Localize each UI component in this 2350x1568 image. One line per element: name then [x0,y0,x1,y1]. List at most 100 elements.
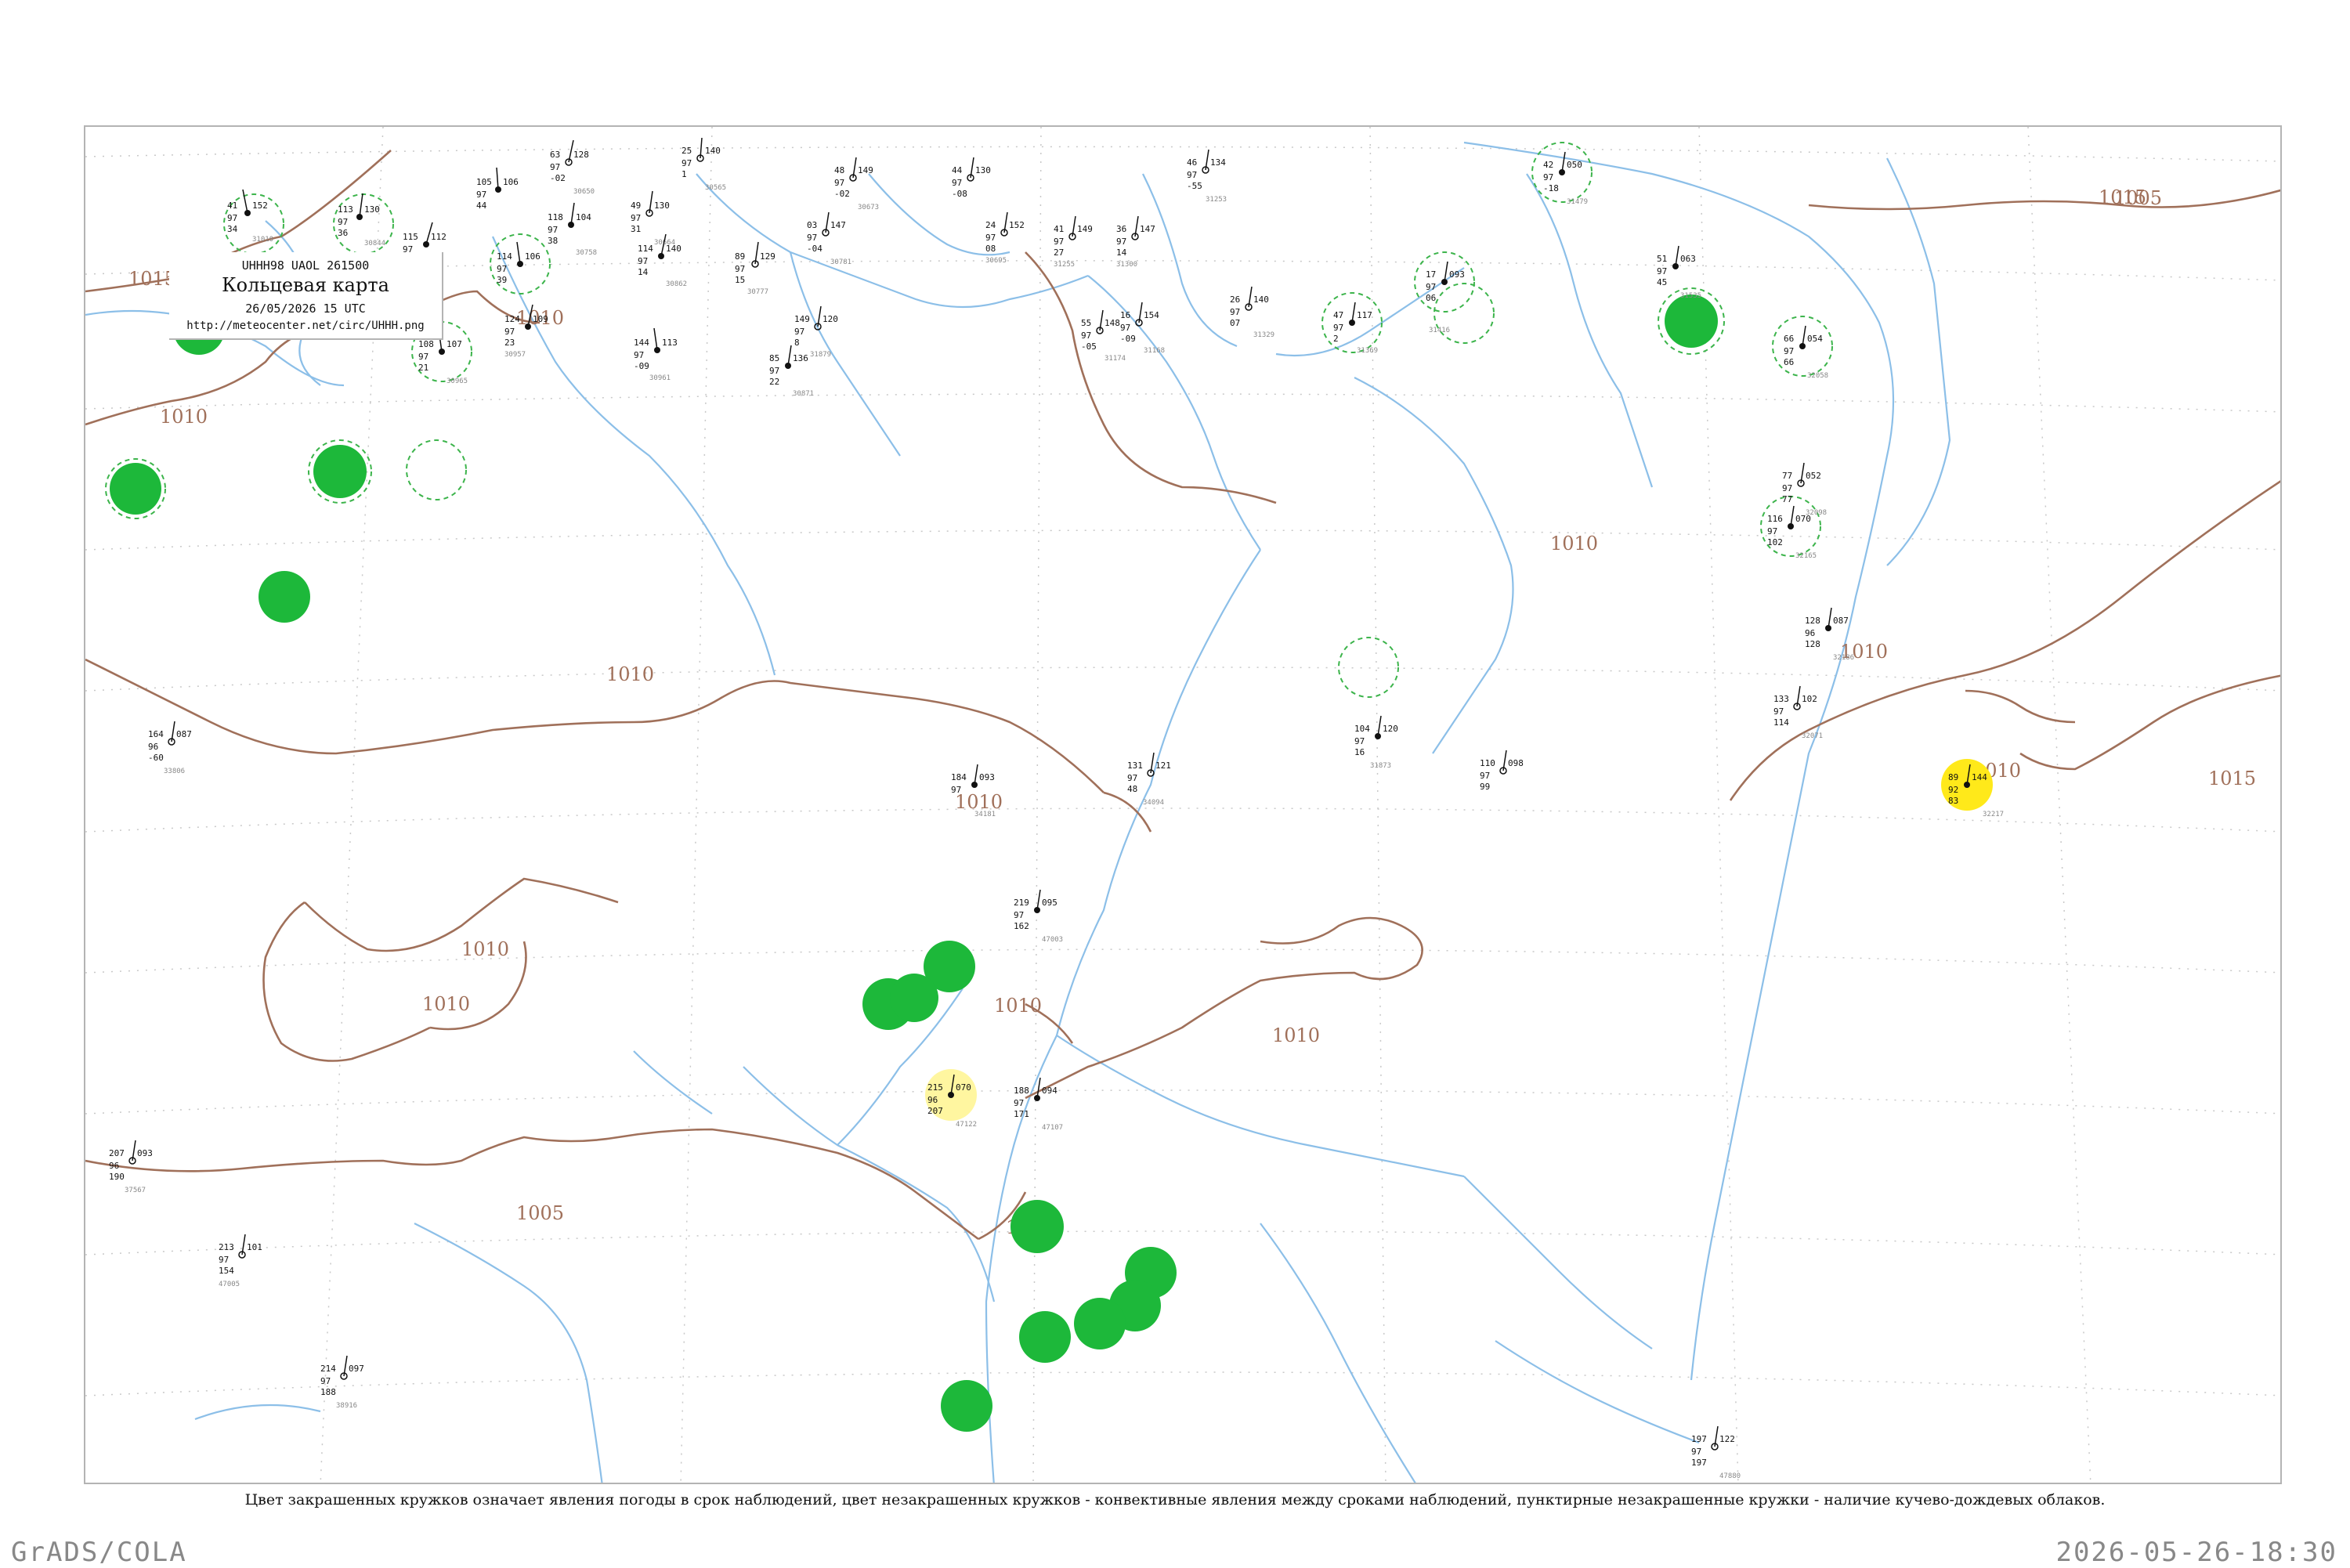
svg-text:47005: 47005 [219,1281,240,1288]
svg-text:37567: 37567 [125,1187,146,1194]
svg-text:21: 21 [418,363,428,373]
svg-text:162: 162 [1014,921,1029,931]
svg-text:27: 27 [1054,247,1064,258]
svg-text:31416: 31416 [1429,327,1450,334]
station-plot: 17 093 9706 31416 [1426,261,1465,334]
svg-text:55: 55 [1081,318,1091,328]
svg-text:128: 128 [1805,616,1820,626]
svg-text:48: 48 [834,165,844,175]
svg-text:093: 093 [1449,269,1465,280]
svg-text:97: 97 [548,225,558,235]
svg-text:97: 97 [1543,172,1553,182]
svg-text:115: 115 [403,232,418,242]
svg-text:97: 97 [1120,323,1130,333]
svg-text:92: 92 [1948,785,1958,795]
svg-text:36: 36 [1116,224,1126,234]
svg-text:31010: 31010 [252,236,273,244]
station-plot: 131 121 9748 34094 [1127,752,1171,807]
svg-text:97: 97 [219,1255,229,1265]
svg-text:97: 97 [1187,170,1197,180]
svg-text:38916: 38916 [336,1402,357,1410]
legend-caption: Цвет закрашенных кружков означает явлени… [244,1491,2106,1508]
svg-text:-60: -60 [148,753,164,763]
rain-circle [890,974,938,1022]
svg-text:184: 184 [951,772,967,782]
svg-text:22: 22 [769,377,779,387]
svg-text:30777: 30777 [747,288,768,296]
svg-text:128: 128 [1805,639,1820,649]
station-plot: 213 101 97154 47005 [219,1234,262,1288]
station-plot: 66 054 9766 32058 [1784,325,1828,380]
svg-text:46: 46 [1187,157,1197,168]
isobar-label: 1010 [606,663,654,685]
svg-text:-05: -05 [1081,341,1097,352]
isobar-label: 1010 [1550,533,1598,555]
svg-text:31873: 31873 [1370,762,1391,770]
svg-text:97: 97 [1014,1098,1024,1108]
svg-text:093: 093 [979,772,995,782]
station-plot: 26 140 9707 31329 [1230,286,1274,339]
svg-text:47122: 47122 [956,1121,977,1129]
svg-text:106: 106 [525,251,540,262]
svg-text:130: 130 [975,165,991,175]
station-plot: 41 152 9734 31010 [227,189,273,244]
svg-text:47003: 47003 [1042,936,1063,944]
svg-text:129: 129 [760,251,776,262]
svg-text:134: 134 [1210,157,1226,168]
svg-text:17: 17 [1426,269,1436,280]
svg-text:152: 152 [1009,220,1025,230]
svg-text:08: 08 [985,244,996,254]
station-plot: 03 147 97-04 30781 [807,211,851,266]
svg-text:070: 070 [956,1082,971,1093]
svg-text:34094: 34094 [1143,799,1164,807]
station-plot: 77 052 9777 32098 [1782,462,1827,517]
svg-text:094: 094 [1042,1086,1058,1096]
svg-text:219: 219 [1014,898,1029,908]
svg-text:36: 36 [338,228,348,238]
svg-text:97: 97 [951,785,961,795]
rain-circle [1074,1298,1126,1349]
svg-text:66: 66 [1784,334,1794,344]
svg-text:098: 098 [1508,758,1524,768]
svg-text:149: 149 [1077,224,1093,234]
station-plot: 105 106 9744 [476,167,519,211]
svg-text:-09: -09 [1120,334,1136,344]
svg-text:124: 124 [504,314,520,324]
svg-text:83: 83 [1948,796,1958,806]
svg-text:30781: 30781 [830,258,851,266]
svg-text:104: 104 [1354,724,1370,734]
svg-text:97: 97 [769,366,779,376]
svg-text:97: 97 [1127,773,1137,783]
isobar-label: 1010 [994,995,1042,1017]
station-plot: 55 148 97-05 31174 [1081,309,1126,363]
svg-text:30871: 30871 [793,390,814,398]
station-plot: 16 154 97-09 31168 [1120,302,1165,355]
svg-text:39: 39 [497,275,507,285]
svg-text:97: 97 [504,327,515,337]
svg-text:97: 97 [1426,282,1436,292]
svg-text:32071: 32071 [1802,732,1823,740]
svg-text:30957: 30957 [504,351,526,359]
source-url[interactable]: http://meteocenter.net/circ/UHHH.png [169,320,442,332]
station-plot: 51 063 9745 31535 [1657,245,1701,300]
svg-text:128: 128 [573,150,589,160]
station-plot: 144 113 97-09 30961 [634,327,678,382]
rain-circle [1010,1200,1064,1253]
svg-text:89: 89 [1948,772,1958,782]
svg-text:42: 42 [1543,160,1553,170]
svg-text:188: 188 [320,1387,336,1397]
svg-text:89: 89 [735,251,745,262]
svg-text:-08: -08 [952,189,967,199]
svg-text:140: 140 [666,244,682,254]
station-plot: 214 097 97188 38916 [320,1355,364,1410]
svg-text:32058: 32058 [1807,372,1828,380]
svg-text:116: 116 [1767,514,1783,524]
svg-text:1: 1 [682,169,687,179]
map-title-box: UHHH98 UAOL 261500 Кольцевая карта 26/05… [169,252,443,340]
isobar-label: 1015 [2208,768,2256,789]
svg-text:-55: -55 [1187,181,1202,191]
svg-text:130: 130 [364,204,380,215]
isobar-label: 1005 [2114,187,2162,209]
svg-text:38: 38 [548,236,558,246]
svg-text:190: 190 [109,1172,125,1182]
